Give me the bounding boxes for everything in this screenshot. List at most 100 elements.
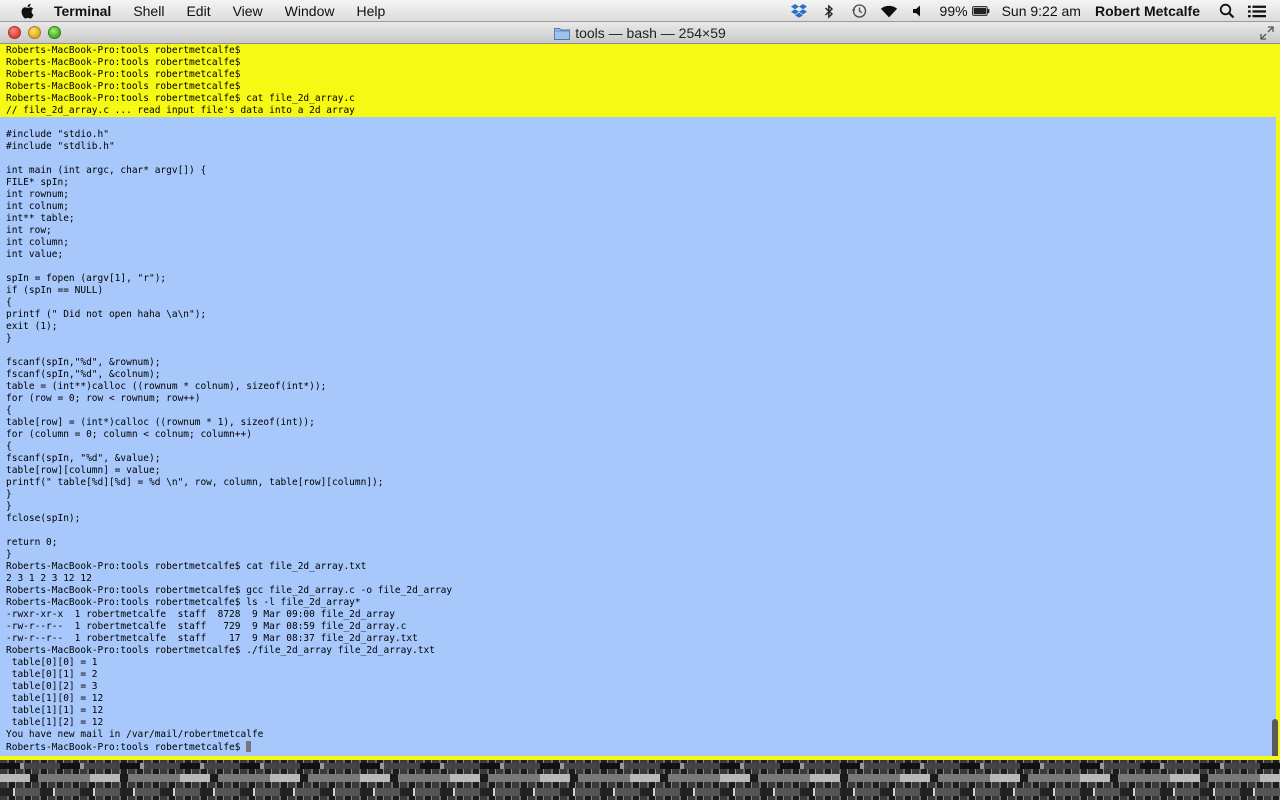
terminal-line-text: Roberts-MacBook-Pro:tools robertmetcalfe… <box>6 69 241 80</box>
bluetooth-icon[interactable] <box>820 3 838 19</box>
terminal-line: table = (int**)calloc ((rownum * colnum)… <box>6 381 1266 393</box>
terminal-line: } <box>6 333 1266 345</box>
terminal-line-text: Roberts-MacBook-Pro:tools robertmetcalfe… <box>6 45 241 56</box>
terminal-line-text: -rw-r--r-- 1 robertmetcalfe staff 17 9 M… <box>6 633 418 644</box>
terminal-line: int row; <box>6 225 1266 237</box>
terminal-line: Roberts-MacBook-Pro:tools robertmetcalfe… <box>6 597 1266 609</box>
terminal-line: for (row = 0; row < rownum; row++) <box>6 393 1266 405</box>
fullscreen-icon[interactable] <box>1260 26 1274 40</box>
terminal-line: printf (" Did not open haha \a\n"); <box>6 309 1266 321</box>
notification-list-icon[interactable] <box>1248 3 1266 19</box>
terminal-line-text: fscanf(spIn, "%d", &value); <box>6 453 161 464</box>
terminal-line-text: } <box>6 501 12 512</box>
terminal-line: fscanf(spIn, "%d", &value); <box>6 453 1266 465</box>
window-title-area: tools — bash — 254×59 <box>0 22 1280 44</box>
terminal-line-text: fscanf(spIn,"%d", &rownum); <box>6 357 161 368</box>
terminal-line-text: table[0][0] = 1 <box>6 657 98 668</box>
terminal-line-text: int rownum; <box>6 189 69 200</box>
terminal-line: spIn = fopen (argv[1], "r"); <box>6 273 1266 285</box>
terminal-line: } <box>6 489 1266 501</box>
terminal-line: return 0; <box>6 537 1266 549</box>
user-name[interactable]: Robert Metcalfe <box>1095 3 1200 19</box>
terminal-line-text: Roberts-MacBook-Pro:tools robertmetcalfe… <box>6 561 367 572</box>
terminal-line: -rw-r--r-- 1 robertmetcalfe staff 17 9 M… <box>6 633 1266 645</box>
terminal-line-text: #include "stdlib.h" <box>6 141 115 152</box>
window-titlebar[interactable]: tools — bash — 254×59 <box>0 22 1280 44</box>
terminal-line-text: int value; <box>6 249 64 260</box>
terminal-line: { <box>6 441 1266 453</box>
battery-percentage[interactable]: 99% <box>940 3 968 19</box>
terminal-line-text: table[1][0] = 12 <box>6 693 104 704</box>
terminal-line-text: printf(" table[%d][%d] = %d \n", row, co… <box>6 477 384 488</box>
dropbox-icon[interactable] <box>790 3 808 19</box>
terminal-line-text: #include "stdio.h" <box>6 129 109 140</box>
text-cursor <box>246 741 252 752</box>
terminal-line-text: table = (int**)calloc ((rownum * colnum)… <box>6 381 327 392</box>
menu-edit[interactable]: Edit <box>186 0 210 22</box>
scrollbar[interactable] <box>1270 44 1280 756</box>
terminal-line: You have new mail in /var/mail/robertmet… <box>6 729 1266 741</box>
terminal-line-text: for (column = 0; column < colnum; column… <box>6 429 252 440</box>
terminal-line: fclose(spIn); <box>6 513 1266 525</box>
terminal-line: fscanf(spIn,"%d", &colnum); <box>6 369 1266 381</box>
terminal-line: int colnum; <box>6 201 1266 213</box>
terminal-line-text: int main (int argc, char* argv[]) { <box>6 165 207 176</box>
terminal-line-text: table[row] = (int*)calloc ((rownum * 1),… <box>6 417 315 428</box>
menu-help[interactable]: Help <box>356 0 385 22</box>
folder-icon <box>554 27 571 40</box>
terminal-line-text: You have new mail in /var/mail/robertmet… <box>6 729 264 740</box>
clock[interactable]: Sun 9:22 am <box>1002 3 1081 19</box>
desktop-background <box>0 760 1280 800</box>
terminal-line: Roberts-MacBook-Pro:tools robertmetcalfe… <box>6 645 1266 657</box>
terminal-line: -rwxr-xr-x 1 robertmetcalfe staff 8728 9… <box>6 609 1266 621</box>
apple-icon[interactable] <box>20 3 36 19</box>
terminal-line-text: fclose(spIn); <box>6 513 81 524</box>
terminal-line: -rw-r--r-- 1 robertmetcalfe staff 729 9 … <box>6 621 1266 633</box>
battery-icon[interactable] <box>971 3 990 19</box>
terminal-line: Roberts-MacBook-Pro:tools robertmetcalfe… <box>6 69 1266 81</box>
terminal-line-text: table[0][2] = 3 <box>6 681 98 692</box>
terminal-line-text: } <box>6 333 12 344</box>
terminal-line: #include "stdlib.h" <box>6 141 1266 153</box>
terminal-line: exit (1); <box>6 321 1266 333</box>
terminal-line-text: int** table; <box>6 213 75 224</box>
menu-view[interactable]: View <box>233 0 263 22</box>
wifi-icon[interactable] <box>880 3 898 19</box>
terminal-line-text: { <box>6 297 12 308</box>
terminal-line: int value; <box>6 249 1266 261</box>
terminal-line-text: for (row = 0; row < rownum; row++) <box>6 393 201 404</box>
terminal-line: { <box>6 297 1266 309</box>
terminal-line: FILE* spIn; <box>6 177 1266 189</box>
terminal-line: int column; <box>6 237 1266 249</box>
terminal-line: Roberts-MacBook-Pro:tools robertmetcalfe… <box>6 45 1266 57</box>
menu-bar: Terminal Shell Edit View Window Help 99%… <box>0 0 1280 22</box>
terminal-line-text: exit (1); <box>6 321 58 332</box>
terminal-line: table[0][1] = 2 <box>6 669 1266 681</box>
window-title: tools — bash — 254×59 <box>575 25 726 41</box>
terminal-line: Roberts-MacBook-Pro:tools robertmetcalfe… <box>6 93 1266 105</box>
terminal-line-text: Roberts-MacBook-Pro:tools robertmetcalfe… <box>6 597 361 608</box>
time-machine-icon[interactable] <box>850 3 868 19</box>
volume-icon[interactable] <box>910 3 928 19</box>
terminal-line-text: return 0; <box>6 537 58 548</box>
terminal-line-text: spIn = fopen (argv[1], "r"); <box>6 273 167 284</box>
terminal-line-text: fscanf(spIn,"%d", &colnum); <box>6 369 161 380</box>
terminal-line: } <box>6 501 1266 513</box>
scrollbar-thumb[interactable] <box>1272 719 1278 756</box>
terminal-line: printf(" table[%d][%d] = %d \n", row, co… <box>6 477 1266 489</box>
terminal-line: 2 3 1 2 3 12 12 <box>6 573 1266 585</box>
terminal-line: } <box>6 549 1266 561</box>
menu-window[interactable]: Window <box>285 0 335 22</box>
terminal-line-text: { <box>6 405 12 416</box>
terminal-line: table[0][0] = 1 <box>6 657 1266 669</box>
spotlight-icon[interactable] <box>1218 3 1236 19</box>
terminal-content[interactable]: Roberts-MacBook-Pro:tools robertmetcalfe… <box>0 44 1280 756</box>
terminal-line: // file_2d_array.c ... read input file's… <box>6 105 1266 117</box>
menu-app-name[interactable]: Terminal <box>54 0 111 22</box>
terminal-line: #include "stdio.h" <box>6 129 1266 141</box>
terminal-line: table[0][2] = 3 <box>6 681 1266 693</box>
menu-shell[interactable]: Shell <box>133 0 164 22</box>
